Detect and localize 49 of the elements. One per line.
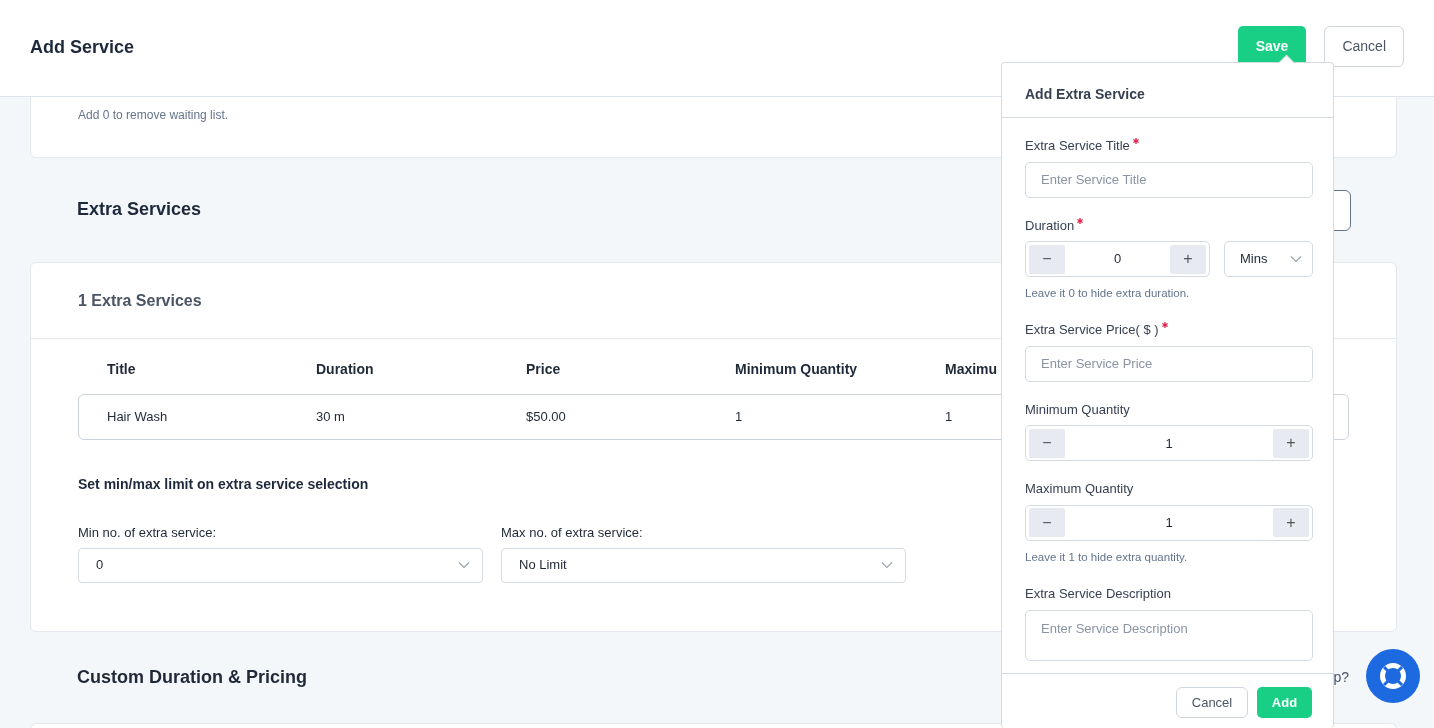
table-cell: Hair Wash [107,409,168,425]
page-title: Add Service [30,35,135,59]
help-text: Add 0 to remove waiting list. [78,107,230,124]
input-field[interactable]: Enter Service Price [1025,345,1313,382]
stepper-value: 0 [1112,250,1123,269]
decrement-button[interactable]: − [1029,428,1065,458]
column-header: Maximu [945,361,998,377]
link-text[interactable]: p? [1333,667,1349,688]
field-label: Duration [1025,216,1075,235]
chevron-down-icon [881,561,893,569]
limit-title: Set min/max limit on extra service selection [78,475,369,494]
increment-button[interactable]: + [1170,244,1206,274]
card-title: 1 Extra Services [78,290,202,311]
increment-button[interactable]: + [1273,428,1309,458]
chevron-down-icon [1290,255,1302,263]
field-label: Minimum Quantity [1025,400,1130,419]
column-header: Duration [316,361,374,377]
stepper-value: 1 [1164,514,1174,532]
cancel-button[interactable]: Cancel [1176,687,1248,718]
chevron-down-icon [458,561,470,569]
table-cell: 1 [735,409,743,425]
select-field[interactable]: 0 [78,547,483,583]
section-heading: Extra Services [77,199,202,221]
decrement-button[interactable]: − [1029,508,1065,538]
table-cell: 30 m [316,409,345,425]
text-area[interactable]: Enter Service Description [1025,609,1313,661]
help-text: Leave it 0 to hide extra duration. [1025,286,1191,301]
section-heading: Custom Duration & Pricing [77,666,307,689]
column-header: Title [107,361,136,377]
field-label: Extra Service Title [1025,137,1130,155]
help-button[interactable] [1366,649,1420,703]
field-label: Extra Service Price( $ ) [1025,321,1159,340]
field-label: Extra Service Description [1025,585,1171,603]
lifebuoy-icon [1378,661,1408,691]
field-label: Min no. of extra service: [78,524,217,542]
help-text: Leave it 1 to hide extra quantity. [1025,549,1189,565]
unit-select[interactable]: Mins [1224,241,1313,277]
cancel-button[interactable]: Cancel [1324,25,1404,67]
column-header: Price [526,361,561,377]
popover-title: Add Extra Service [1025,86,1145,102]
table-cell: 1 [945,409,953,425]
select-field[interactable]: No Limit [501,547,906,583]
field-label: Max no. of extra service: [501,524,644,542]
decrement-button[interactable]: − [1029,244,1065,274]
field-label: Maximum Quantity [1025,480,1134,499]
increment-button[interactable]: + [1273,508,1309,538]
input-field[interactable]: Enter Service Title [1025,161,1313,198]
table-cell: $50.00 [526,409,566,425]
column-header: Minimum Quantity [735,361,858,377]
